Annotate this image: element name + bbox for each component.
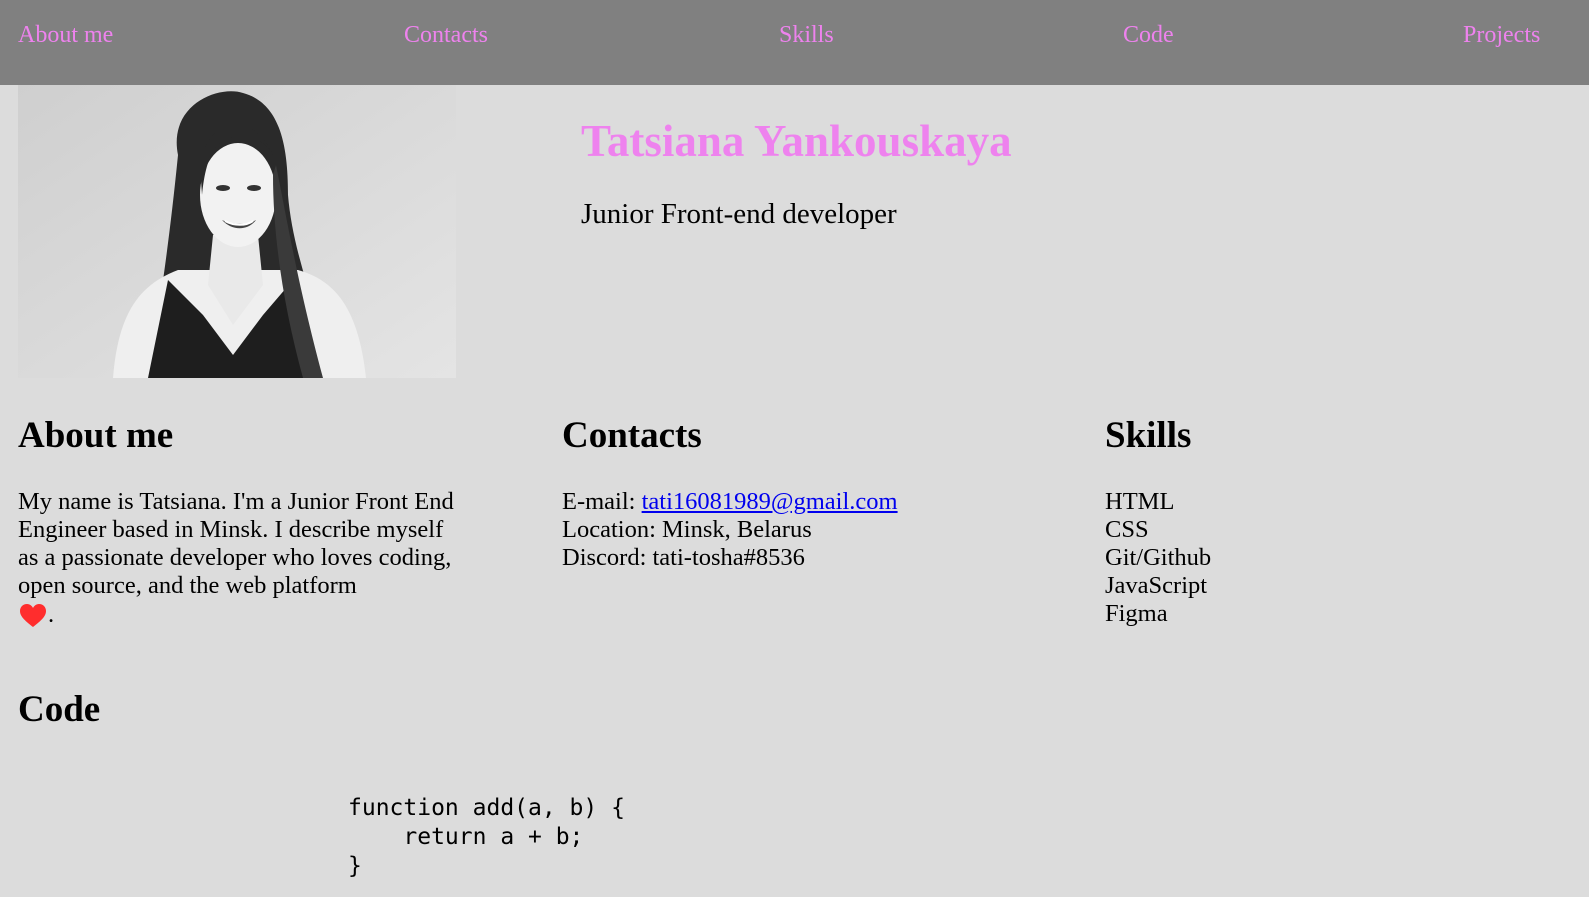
email-label: E-mail:	[562, 488, 642, 515]
skill-item: Figma	[1105, 600, 1168, 627]
about-heading: About me	[18, 415, 174, 456]
skill-item: CSS	[1105, 516, 1149, 543]
code-heading: Code	[18, 689, 101, 730]
skills-list: HTML CSS Git/Github JavaScript Figma	[1105, 488, 1211, 628]
contacts-heading: Contacts	[562, 415, 702, 456]
top-nav: About me Contacts Skills Code Projects	[0, 0, 1589, 85]
contacts-list: E-mail: tati16081989@gmail.com Location:…	[562, 488, 898, 572]
about-text: My name is Tatsiana. I'm a Junior Front …	[18, 488, 463, 629]
nav-link-code[interactable]: Code	[1123, 20, 1174, 50]
profile-photo	[18, 85, 456, 378]
person-name: Tatsiana Yankouskaya	[581, 116, 1012, 166]
skill-item: HTML	[1105, 488, 1175, 515]
skills-heading: Skills	[1105, 415, 1192, 456]
nav-link-contacts[interactable]: Contacts	[404, 20, 488, 50]
nav-link-skills[interactable]: Skills	[779, 20, 834, 50]
contact-discord: Discord: tati-tosha#8536	[562, 544, 805, 571]
skill-item: JavaScript	[1105, 572, 1208, 599]
nav-link-projects[interactable]: Projects	[1463, 20, 1540, 50]
about-paragraph: My name is Tatsiana. I'm a Junior Front …	[18, 488, 454, 599]
nav-link-about[interactable]: About me	[18, 20, 113, 50]
contact-location: Location: Minsk, Belarus	[562, 516, 812, 543]
skill-item: Git/Github	[1105, 544, 1212, 571]
heart-icon	[20, 604, 46, 627]
email-link[interactable]: tati16081989@gmail.com	[642, 488, 898, 515]
about-end-period: .	[48, 601, 55, 628]
job-title: Junior Front-end developer	[581, 198, 897, 230]
code-snippet: function add(a, b) { return a + b; }	[348, 795, 625, 879]
contact-email-row: E-mail: tati16081989@gmail.com	[562, 488, 898, 516]
